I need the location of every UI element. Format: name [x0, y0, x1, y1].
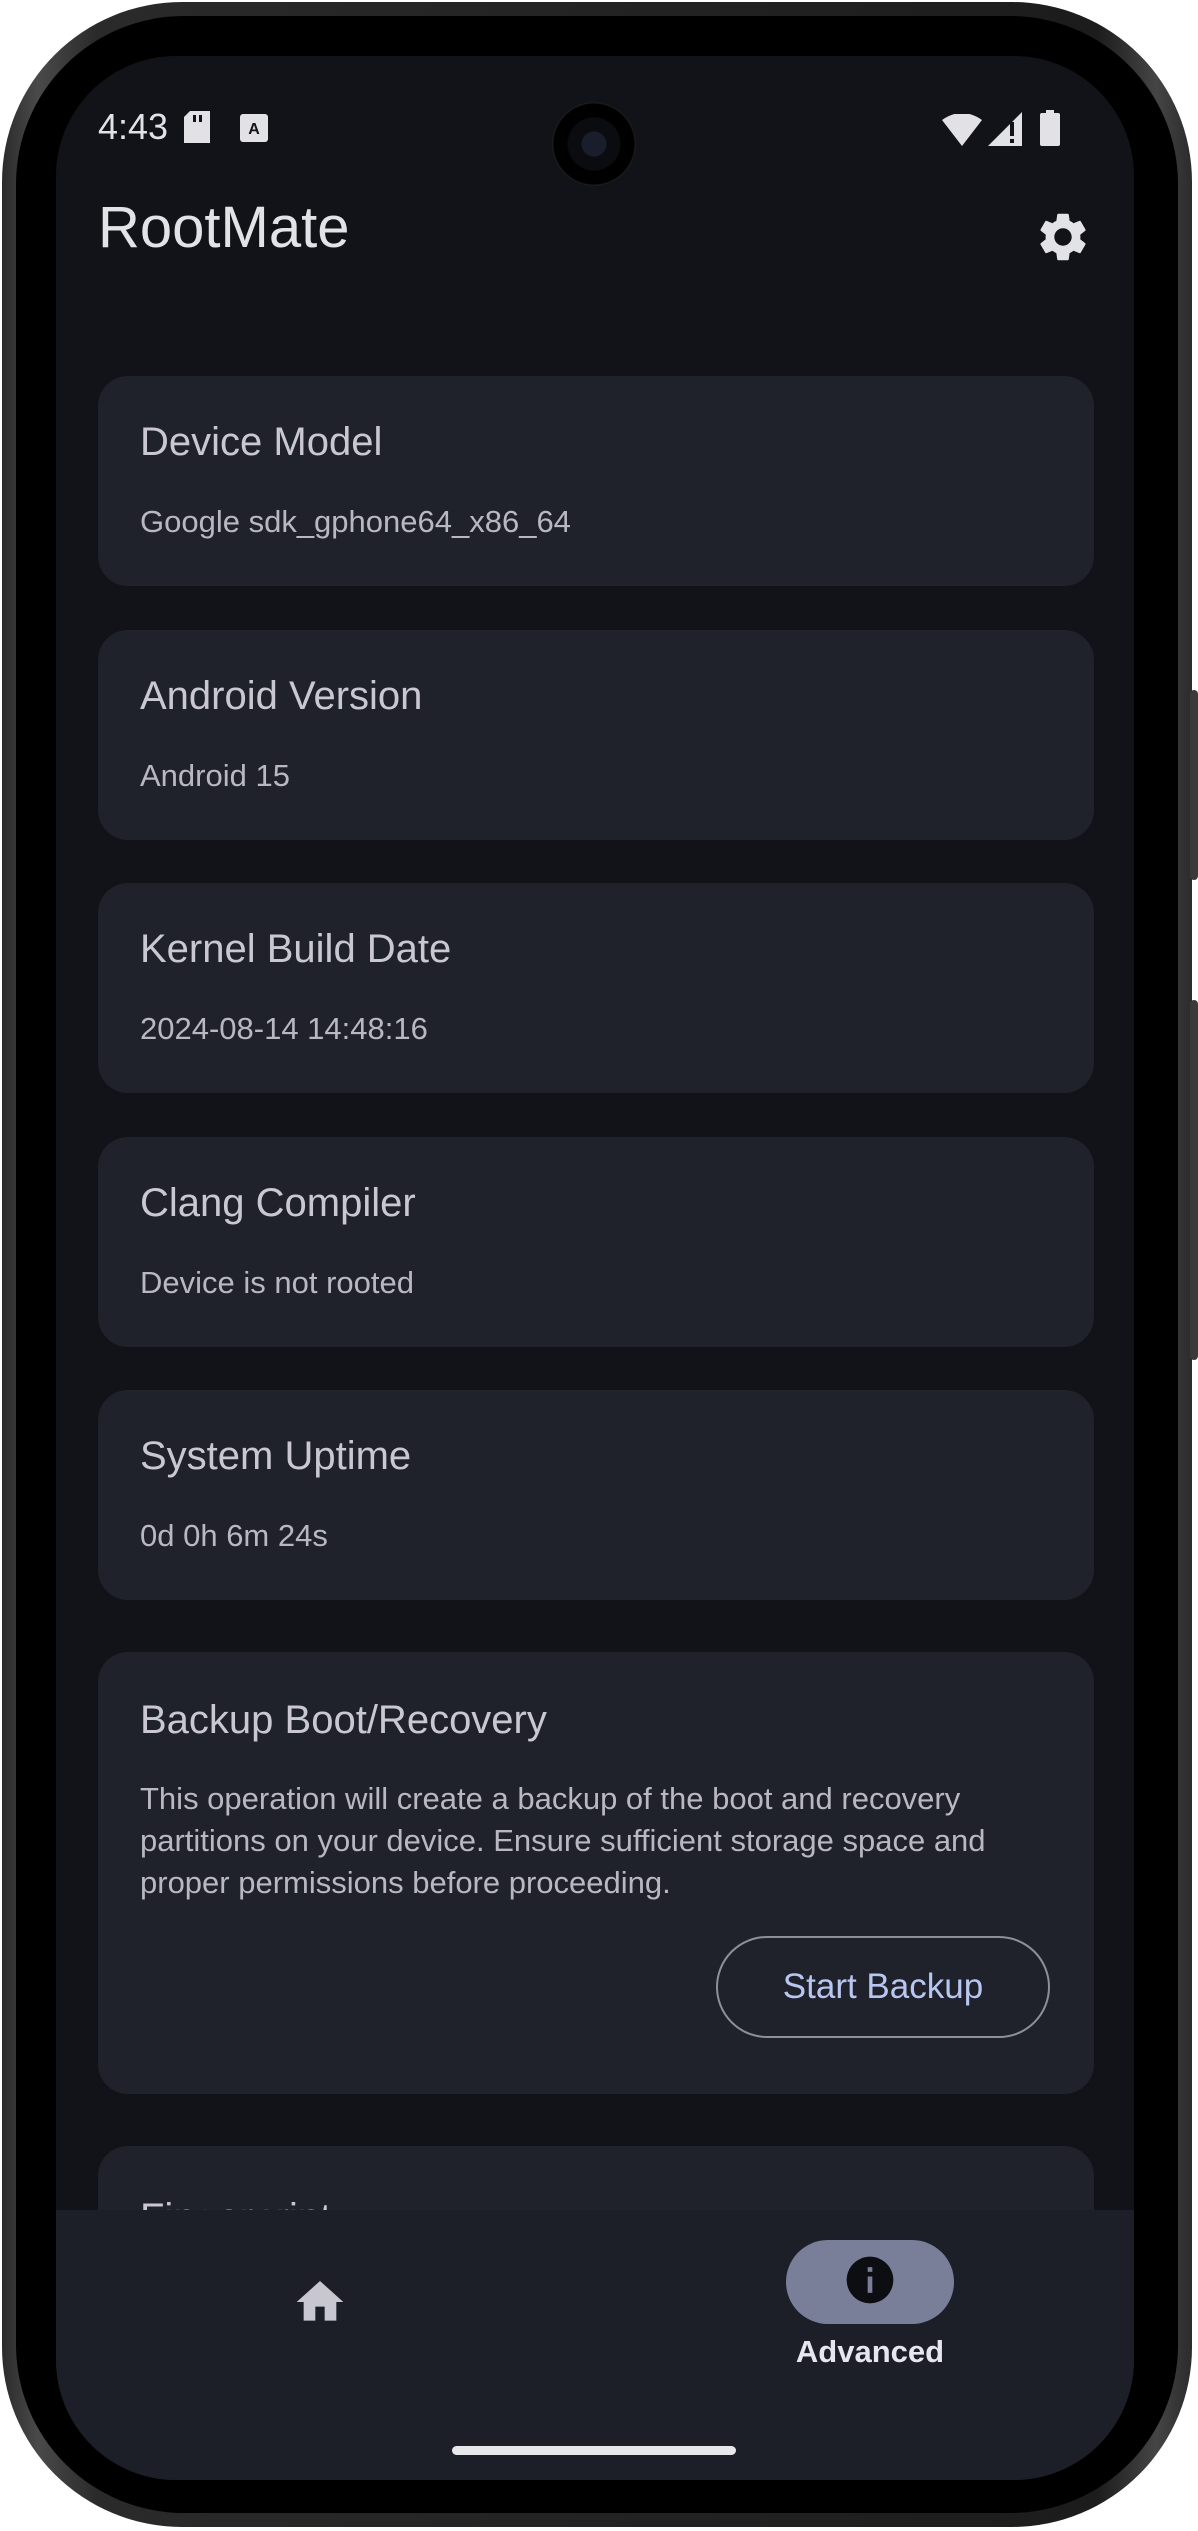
- kernel-build-date-card: Kernel Build Date 2024-08-14 14:48:16: [98, 883, 1094, 1093]
- card-title: Backup Boot/Recovery: [140, 1698, 547, 1742]
- power-button: [1190, 690, 1198, 880]
- phone-screen: 4:43 A RootMate Device Model Google sdk_…: [56, 56, 1134, 2480]
- app-title: RootMate: [98, 195, 350, 260]
- settings-button[interactable]: [1030, 206, 1096, 272]
- keyboard-a-icon: A: [240, 114, 268, 147]
- cell-signal-icon: [988, 112, 1022, 151]
- nav-label-advanced: Advanced: [795, 2334, 945, 2369]
- wifi-icon: [942, 113, 982, 151]
- nav-item-home[interactable]: [256, 2268, 384, 2340]
- card-value: Device is not rooted: [140, 1265, 414, 1300]
- status-time: 4:43: [98, 106, 169, 147]
- card-value: Android 15: [140, 758, 290, 793]
- sd-card-icon: [184, 111, 210, 148]
- svg-text:A: A: [248, 121, 260, 138]
- info-card-list[interactable]: Device Model Google sdk_gphone64_x86_64 …: [56, 318, 1134, 2224]
- card-title: Clang Compiler: [140, 1181, 416, 1225]
- backup-boot-recovery-card: Backup Boot/Recovery This operation will…: [98, 1652, 1094, 2094]
- home-indicator[interactable]: [452, 2446, 736, 2455]
- card-title: System Uptime: [140, 1434, 412, 1478]
- bottom-navigation: Advanced: [56, 2210, 1134, 2480]
- device-model-card: Device Model Google sdk_gphone64_x86_64: [98, 376, 1094, 586]
- start-backup-button[interactable]: Start Backup: [716, 1936, 1050, 2038]
- battery-icon: [1040, 110, 1060, 151]
- card-value: 2024-08-14 14:48:16: [140, 1011, 428, 1046]
- card-title: Kernel Build Date: [140, 927, 452, 971]
- gear-icon: [1034, 208, 1092, 271]
- info-icon: [842, 2252, 898, 2313]
- clang-compiler-card: Clang Compiler Device is not rooted: [98, 1137, 1094, 1347]
- front-camera: [552, 102, 636, 186]
- system-uptime-card: System Uptime 0d 0h 6m 24s: [98, 1390, 1094, 1600]
- card-title: Android Version: [140, 674, 423, 718]
- home-icon: [292, 2274, 348, 2335]
- card-value: 0d 0h 6m 24s: [140, 1518, 328, 1553]
- nav-item-advanced[interactable]: [786, 2240, 954, 2324]
- card-value: Google sdk_gphone64_x86_64: [140, 504, 571, 539]
- card-description: This operation will create a backup of t…: [140, 1781, 986, 1900]
- android-version-card: Android Version Android 15: [98, 630, 1094, 840]
- volume-button: [1190, 1000, 1198, 1360]
- card-title: Device Model: [140, 420, 383, 464]
- status-bar: 4:43 A: [56, 56, 1134, 196]
